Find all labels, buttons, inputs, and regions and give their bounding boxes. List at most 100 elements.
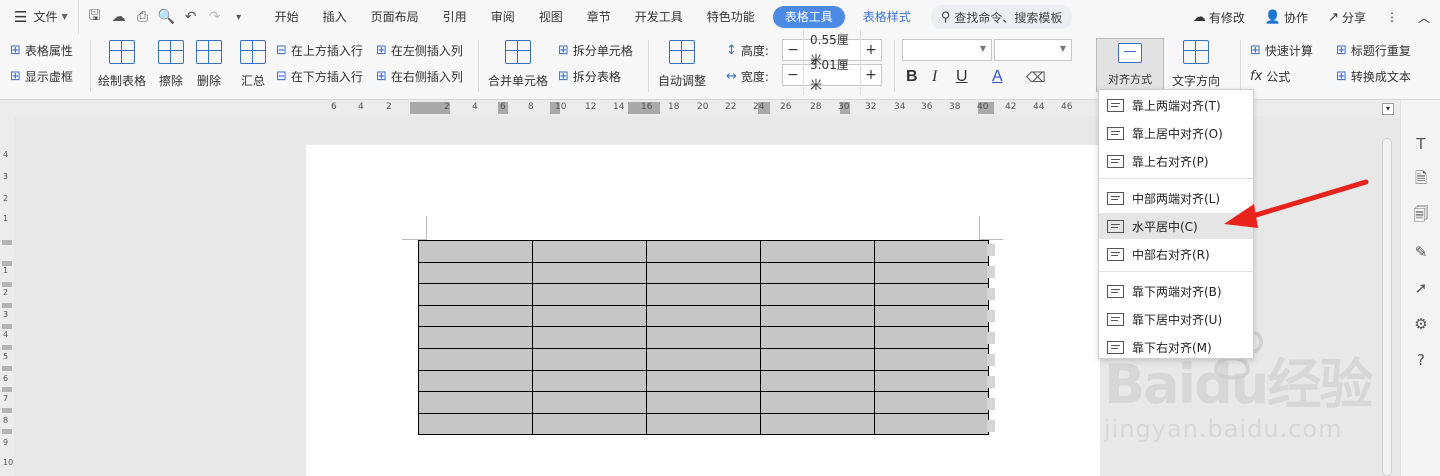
pen-icon[interactable]: ✎ bbox=[1409, 240, 1433, 264]
align-button[interactable]: 对齐方式 bbox=[1096, 38, 1164, 92]
table-cell[interactable] bbox=[874, 369, 989, 393]
row-marker[interactable] bbox=[2, 282, 12, 287]
row-marker[interactable] bbox=[2, 387, 12, 392]
table-cell[interactable] bbox=[418, 304, 533, 328]
row-marker[interactable] bbox=[2, 303, 12, 308]
text-style-icon[interactable]: T bbox=[1409, 132, 1433, 156]
tab-section[interactable]: 章节 bbox=[575, 0, 623, 34]
table-cell[interactable] bbox=[760, 283, 875, 306]
table-cell[interactable] bbox=[418, 412, 533, 436]
scroll-top-button[interactable]: ▾ bbox=[1382, 103, 1394, 115]
tab-view[interactable]: 视图 bbox=[527, 0, 575, 34]
save-icon[interactable]: 🖫 bbox=[83, 5, 107, 29]
table-cell[interactable] bbox=[532, 326, 647, 349]
menu-item-align-top-justify[interactable]: 靠上两端对齐(T) bbox=[1099, 92, 1253, 118]
plus-icon[interactable]: + bbox=[861, 42, 881, 58]
table-cell[interactable] bbox=[874, 391, 989, 414]
table-cell[interactable] bbox=[646, 240, 761, 263]
merge-cells-button[interactable]: 合并单元格 bbox=[488, 40, 548, 89]
table-properties-button[interactable]: ⊞ 表格属性 bbox=[10, 42, 73, 59]
split-table-button[interactable]: ⊞ 拆分表格 bbox=[558, 68, 621, 85]
table-cell[interactable] bbox=[646, 283, 761, 306]
quick-calc-button[interactable]: ⊞ 快速计算 bbox=[1250, 42, 1313, 59]
menu-item-align-middle-right[interactable]: 中部右对齐(R) bbox=[1099, 241, 1253, 267]
summary-button[interactable]: 汇总 bbox=[240, 40, 266, 89]
tab-review[interactable]: 审阅 bbox=[479, 0, 527, 34]
table-cell[interactable] bbox=[532, 369, 647, 393]
row-handle[interactable] bbox=[987, 266, 995, 278]
row-handle[interactable] bbox=[987, 244, 995, 256]
italic-button[interactable]: I bbox=[932, 68, 937, 86]
share-button[interactable]: ↗ 分享 bbox=[1318, 9, 1376, 26]
insert-below-button[interactable]: ⊟ 在下方插入行 bbox=[276, 68, 363, 85]
table-cell[interactable] bbox=[874, 261, 989, 285]
row-marker[interactable] bbox=[2, 345, 12, 350]
redo-icon[interactable]: ↷ bbox=[203, 9, 227, 25]
auto-fit-button[interactable]: 自动调整 bbox=[658, 40, 706, 89]
table-cell[interactable] bbox=[418, 369, 533, 393]
table-cell[interactable] bbox=[760, 391, 875, 414]
width-input[interactable]: − 3.01厘米 + bbox=[782, 55, 882, 95]
tab-references[interactable]: 引用 bbox=[431, 0, 479, 34]
row-handle[interactable] bbox=[987, 420, 995, 432]
table-cell[interactable] bbox=[646, 391, 761, 414]
collapse-ribbon-button[interactable]: ︿ bbox=[1408, 9, 1440, 26]
menu-item-align-bottom-right[interactable]: 靠下右对齐(M) bbox=[1099, 334, 1253, 358]
underline-button[interactable]: U bbox=[956, 68, 968, 86]
minus-icon[interactable]: − bbox=[783, 67, 803, 83]
row-handle[interactable] bbox=[987, 354, 995, 366]
table-cell[interactable] bbox=[532, 240, 647, 263]
tab-table-tools[interactable]: 表格工具 bbox=[772, 6, 845, 28]
formula-button[interactable]: fx 公式 bbox=[1250, 68, 1290, 85]
document-icon[interactable]: 🗎 bbox=[1409, 168, 1433, 192]
text-direction-button[interactable]: 文字方向 bbox=[1172, 40, 1220, 89]
search-box[interactable]: ⚲ 查找命令、搜索模板 bbox=[930, 5, 1073, 29]
print-icon[interactable]: ⎙ bbox=[131, 9, 155, 25]
table-cell[interactable] bbox=[760, 240, 875, 263]
font-size-select[interactable]: ▼ bbox=[994, 39, 1072, 61]
tab-developer[interactable]: 开发工具 bbox=[623, 0, 695, 34]
row-handle[interactable] bbox=[987, 398, 995, 410]
cursor-icon[interactable]: ➚ bbox=[1409, 276, 1433, 300]
table-cell[interactable] bbox=[760, 369, 875, 393]
row-marker[interactable] bbox=[2, 408, 12, 413]
row-marker[interactable] bbox=[2, 240, 12, 245]
table-cell[interactable] bbox=[646, 347, 761, 371]
undo-icon[interactable]: ↶ bbox=[179, 9, 203, 25]
table-cell[interactable] bbox=[760, 261, 875, 285]
cloud-icon[interactable]: ☁ bbox=[107, 9, 131, 25]
page-settings-icon[interactable]: 🗐 bbox=[1409, 204, 1433, 228]
table-cell[interactable] bbox=[646, 412, 761, 436]
row-handle[interactable] bbox=[987, 376, 995, 388]
customize-icon[interactable]: ▾ bbox=[227, 12, 251, 23]
collaborate-button[interactable]: 👤 协作 bbox=[1255, 9, 1318, 26]
insert-above-button[interactable]: ⊟ 在上方插入行 bbox=[276, 42, 363, 59]
table-cell[interactable] bbox=[532, 347, 647, 371]
help-icon[interactable]: ? bbox=[1409, 348, 1433, 372]
table-cell[interactable] bbox=[418, 283, 533, 306]
table-cell[interactable] bbox=[418, 326, 533, 349]
table-cell[interactable] bbox=[874, 347, 989, 371]
vertical-scrollbar[interactable] bbox=[1382, 138, 1392, 476]
show-grid-button[interactable]: ⊞ 显示虚框 bbox=[10, 68, 73, 85]
bold-button[interactable]: B bbox=[906, 68, 918, 86]
modified-button[interactable]: ☁ 有修改 bbox=[1183, 9, 1255, 26]
plus-icon[interactable]: + bbox=[861, 67, 881, 83]
table-cell[interactable] bbox=[532, 412, 647, 436]
table-cell[interactable] bbox=[418, 347, 533, 371]
vertical-ruler[interactable]: 4 3 2 1 1 2 3 4 5 6 7 8 9 10 bbox=[0, 116, 14, 476]
delete-button[interactable]: 删除 bbox=[196, 40, 222, 89]
tab-insert[interactable]: 插入 bbox=[311, 0, 359, 34]
split-cells-button[interactable]: ⊞ 拆分单元格 bbox=[558, 42, 633, 59]
more-button[interactable]: ⋮ bbox=[1376, 10, 1408, 24]
table-cell[interactable] bbox=[646, 261, 761, 285]
menu-item-align-bottom-center[interactable]: 靠下居中对齐(U) bbox=[1099, 306, 1253, 332]
font-name-select[interactable]: ▼ bbox=[902, 39, 992, 61]
draw-table-button[interactable]: 绘制表格 bbox=[98, 40, 146, 89]
menu-item-align-top-center[interactable]: 靠上居中对齐(O) bbox=[1099, 120, 1253, 146]
convert-text-button[interactable]: ⊞ 转换成文本 bbox=[1336, 68, 1411, 85]
document-table[interactable] bbox=[418, 240, 989, 436]
menu-item-align-bottom-justify[interactable]: 靠下两端对齐(B) bbox=[1099, 278, 1253, 304]
table-cell[interactable] bbox=[532, 283, 647, 306]
row-handle[interactable] bbox=[987, 332, 995, 344]
